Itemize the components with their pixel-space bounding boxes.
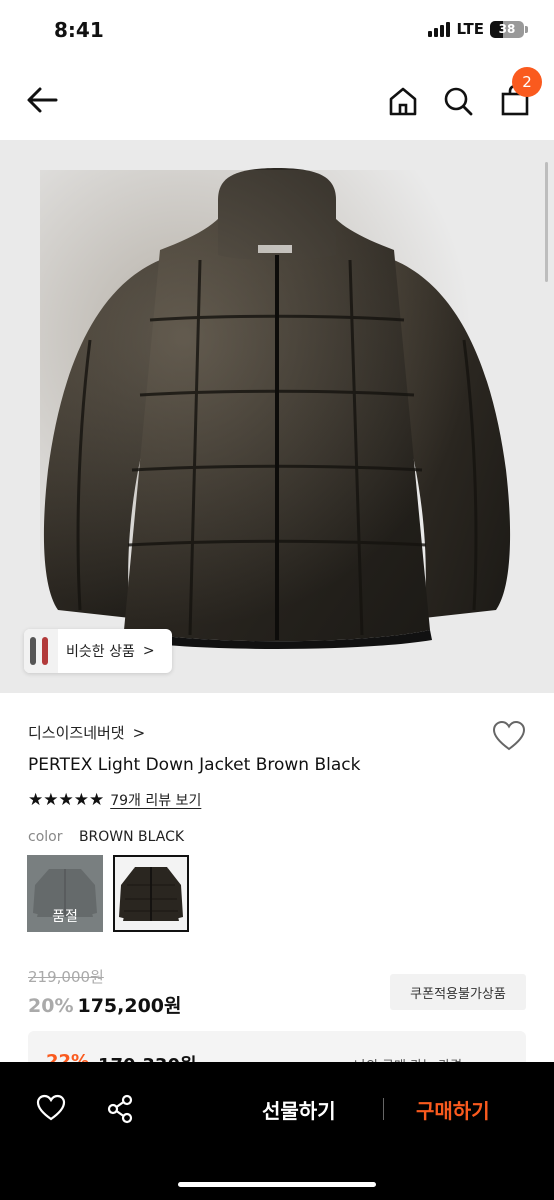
gift-button[interactable]: 선물하기: [262, 1095, 336, 1124]
sale-price: 175,200원: [77, 995, 182, 1017]
heart-icon: [36, 1094, 66, 1121]
rating-row: ★★★★★ 79개 리뷰 보기: [28, 790, 201, 810]
coupon-unavailable-tag: 쿠폰적용불가상품: [390, 974, 526, 1010]
original-price: 219,000원: [28, 968, 104, 986]
wishlist-bottom-button[interactable]: [36, 1094, 66, 1122]
chevron-right-icon: >: [142, 643, 155, 659]
chevron-right-icon: >: [132, 723, 146, 742]
status-time: 8:41: [54, 18, 104, 42]
brand-name: 디스이즈네버댓: [28, 724, 125, 742]
similar-product-thumbnail: [24, 629, 58, 673]
color-swatch-selected[interactable]: [113, 855, 189, 932]
divider: [383, 1098, 384, 1120]
share-button[interactable]: [106, 1094, 134, 1124]
home-button[interactable]: [386, 84, 420, 118]
price-row: 20% 175,200원: [28, 991, 182, 1018]
brand-link[interactable]: 디스이즈네버댓 >: [28, 722, 145, 743]
scroll-indicator[interactable]: [545, 162, 548, 282]
bottom-action-bar: 선물하기 구매하기: [0, 1062, 554, 1200]
discount-rate: 20%: [28, 995, 74, 1017]
wishlist-button[interactable]: [492, 720, 526, 752]
search-button[interactable]: [441, 84, 475, 118]
product-image-gallery[interactable]: 비슷한 상품 >: [0, 140, 554, 693]
color-swatch-sold-out[interactable]: 품절: [27, 855, 103, 932]
buy-button[interactable]: 구매하기: [416, 1095, 490, 1124]
similar-products-label: 비슷한 상품: [66, 644, 135, 660]
battery-icon: 38: [490, 20, 528, 38]
search-icon: [444, 87, 473, 116]
back-button[interactable]: [22, 82, 62, 118]
swatch-jacket-image: [119, 867, 183, 921]
battery-level: 38: [498, 22, 516, 36]
signal-icon: [428, 21, 451, 37]
sold-out-overlay: 품절: [27, 855, 103, 932]
color-value: BROWN BLACK: [78, 829, 185, 845]
color-row: color BROWN BLACK: [28, 829, 184, 845]
back-arrow-icon: [27, 87, 58, 113]
star-rating-icon: ★★★★★: [28, 790, 105, 810]
home-icon: [389, 87, 417, 116]
top-nav: [0, 60, 554, 140]
share-icon: [107, 1094, 133, 1124]
status-indicators: LTE 38: [428, 20, 528, 38]
sold-out-label: 품절: [52, 909, 78, 925]
similar-products-button[interactable]: 비슷한 상품 >: [24, 629, 172, 673]
product-image: [40, 168, 520, 650]
heart-icon: [492, 720, 526, 751]
network-label: LTE: [456, 20, 484, 38]
product-name: PERTEX Light Down Jacket Brown Black: [28, 755, 361, 775]
color-label: color: [28, 829, 63, 845]
review-link[interactable]: 79개 리뷰 보기: [110, 790, 201, 810]
status-bar: 8:41 LTE 38: [0, 0, 554, 60]
home-indicator[interactable]: [178, 1182, 376, 1187]
cart-count-badge: 2: [512, 67, 542, 97]
